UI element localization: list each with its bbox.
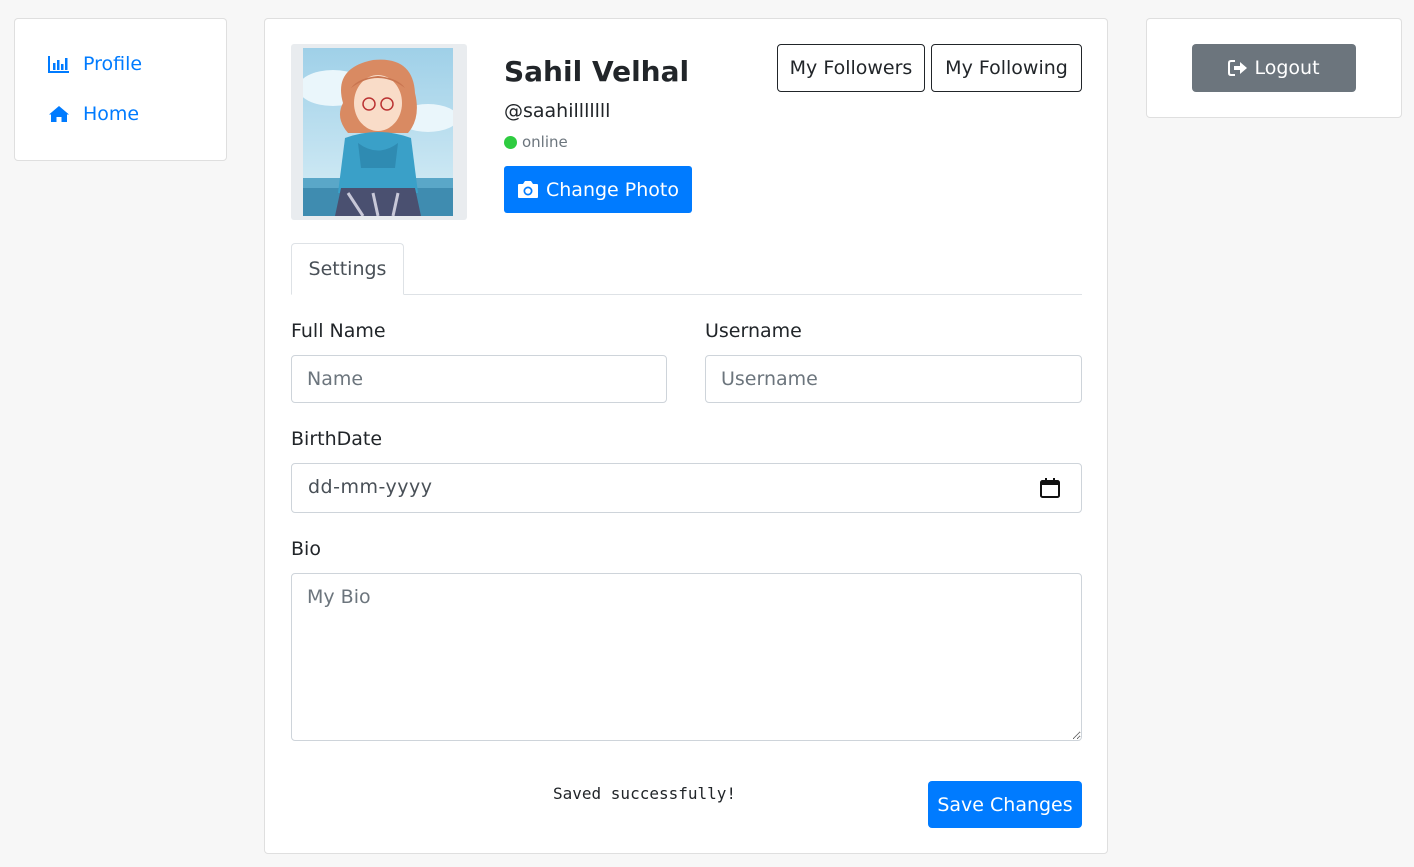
change-photo-label: Change Photo bbox=[546, 178, 679, 201]
sidebar-nav: Profile Home bbox=[14, 18, 227, 161]
my-following-button[interactable]: My Following bbox=[931, 44, 1082, 92]
sidebar-item-label: Home bbox=[83, 103, 140, 125]
avatar-frame bbox=[291, 44, 467, 220]
birthdate-input[interactable]: dd-mm-yyyy bbox=[291, 463, 1082, 513]
sign-out-icon bbox=[1228, 59, 1248, 77]
birthdate-label: BirthDate bbox=[291, 428, 383, 450]
calendar-icon[interactable] bbox=[1039, 477, 1061, 499]
tab-settings[interactable]: Settings bbox=[291, 243, 404, 295]
profile-name: Sahil Velhal bbox=[504, 55, 690, 88]
tab-divider bbox=[291, 294, 1082, 295]
logout-card: Logout bbox=[1146, 18, 1402, 118]
my-followers-button[interactable]: My Followers bbox=[777, 44, 925, 92]
username-label: Username bbox=[705, 320, 802, 342]
logout-label: Logout bbox=[1254, 57, 1320, 79]
home-icon bbox=[47, 104, 71, 124]
profile-card: Sahil Velhal @saahilllllll online Change… bbox=[264, 18, 1108, 854]
full-name-label: Full Name bbox=[291, 320, 386, 342]
status-text: online bbox=[522, 133, 568, 151]
sidebar-item-label: Profile bbox=[83, 53, 143, 75]
username-input[interactable] bbox=[705, 355, 1082, 403]
full-name-input[interactable] bbox=[291, 355, 667, 403]
save-status-message: Saved successfully! bbox=[553, 784, 737, 803]
logout-button[interactable]: Logout bbox=[1192, 44, 1356, 92]
bio-label: Bio bbox=[291, 538, 321, 560]
save-changes-button[interactable]: Save Changes bbox=[928, 781, 1082, 828]
avatar bbox=[303, 48, 453, 216]
change-photo-button[interactable]: Change Photo bbox=[504, 166, 692, 213]
sidebar-item-profile[interactable]: Profile bbox=[47, 53, 142, 75]
sidebar-item-home[interactable]: Home bbox=[47, 103, 139, 125]
bar-chart-icon bbox=[47, 54, 71, 74]
bio-textarea[interactable] bbox=[291, 573, 1082, 741]
profile-handle: @saahilllllll bbox=[504, 100, 611, 122]
birthdate-placeholder: dd-mm-yyyy bbox=[308, 476, 433, 498]
online-dot-icon bbox=[504, 135, 517, 149]
camera-icon bbox=[517, 180, 541, 200]
status-indicator: online bbox=[504, 133, 568, 151]
